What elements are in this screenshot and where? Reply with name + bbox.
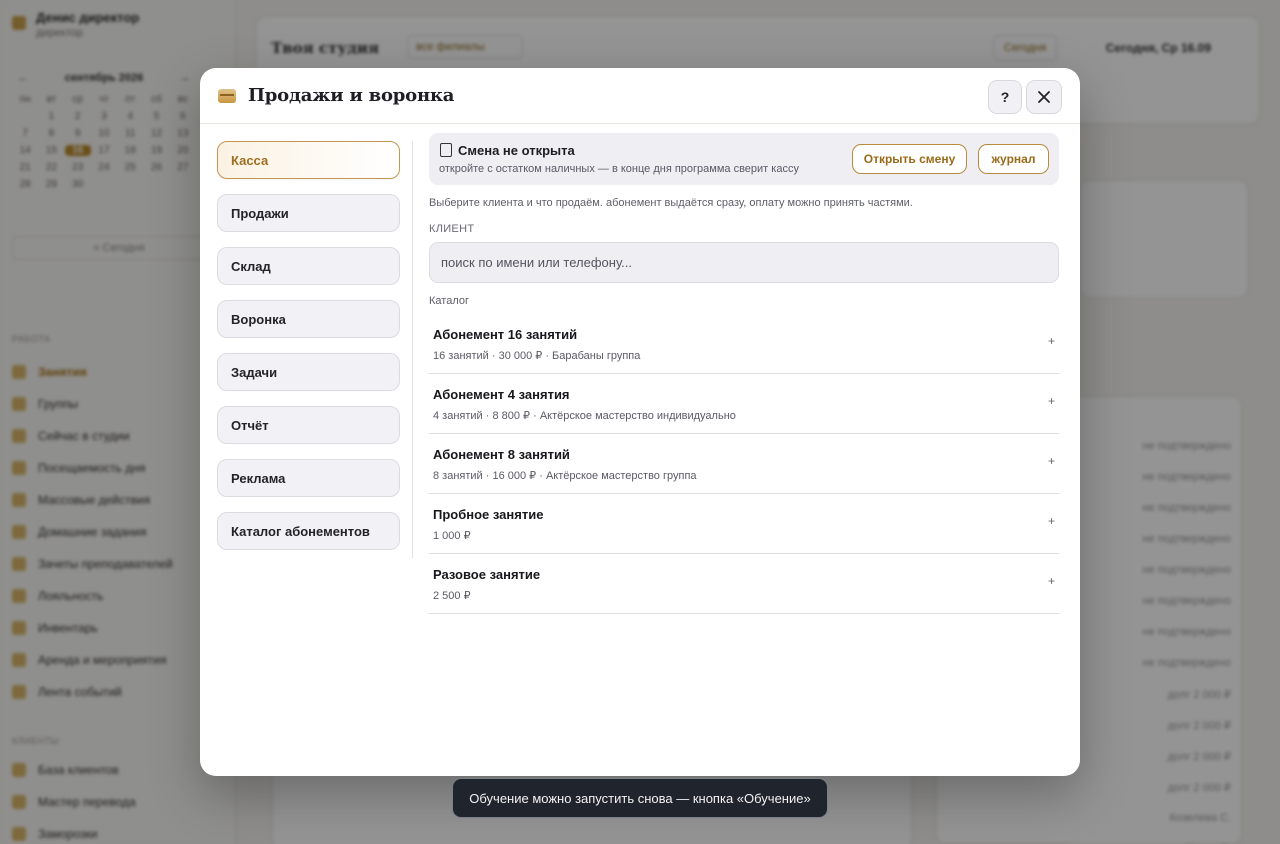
catalog-item[interactable]: Абонемент 16 занятий 16 занятий · 30 000 … bbox=[429, 314, 1059, 374]
catalog-item[interactable]: Абонемент 4 занятия 4 занятий · 8 800 ₽ ·… bbox=[429, 374, 1059, 434]
catalog-item-name: Разовое занятие bbox=[433, 567, 541, 582]
catalog-item-details: 4 занятий · 8 800 ₽ · Актёрское мастерст… bbox=[433, 410, 736, 422]
sale-hint: Выберите клиента и что продаём. абонемен… bbox=[429, 197, 913, 209]
toast-notification: Обучение можно запустить снова — кнопка … bbox=[452, 778, 828, 818]
tab-1[interactable]: Продажи bbox=[217, 194, 400, 232]
wallet-icon bbox=[218, 88, 236, 103]
tab-3[interactable]: Воронка bbox=[217, 300, 400, 338]
catalog-item-details: 1 000 ₽ bbox=[433, 530, 471, 542]
tab-2[interactable]: Склад bbox=[217, 247, 400, 285]
catalog-item-name: Абонемент 8 занятий bbox=[433, 447, 570, 462]
tab-4[interactable]: Задачи bbox=[217, 353, 400, 391]
modal-header: Продажи и воронка ? bbox=[200, 68, 1080, 124]
modal-tabs: Касса Продажи Склад Воронка Задачи Отчёт Рекла… bbox=[217, 141, 400, 565]
catalog-item-details: 16 занятий · 30 000 ₽ · Барабаны группа bbox=[433, 350, 641, 362]
receipt-icon bbox=[440, 143, 452, 157]
tab-6[interactable]: Реклама bbox=[217, 459, 400, 497]
open-shift-button[interactable]: Открыть смену bbox=[852, 144, 967, 174]
catalog-item[interactable]: Разовое занятие 2 500 ₽ + bbox=[429, 554, 1059, 614]
journal-button[interactable]: журнал bbox=[978, 144, 1049, 174]
catalog-item-details: 2 500 ₽ bbox=[433, 590, 471, 602]
sales-funnel-modal: Продажи и воронка ? Касса Продажи Склад Вор… bbox=[200, 68, 1080, 776]
tab-7[interactable]: Каталог абонементов bbox=[217, 512, 400, 550]
catalog-list: Абонемент 16 занятий 16 занятий · 30 000 … bbox=[429, 314, 1059, 614]
client-search-input[interactable] bbox=[429, 242, 1059, 283]
tabs-divider bbox=[412, 141, 413, 558]
tab-0[interactable]: Касса bbox=[217, 141, 400, 179]
add-icon[interactable]: + bbox=[1048, 574, 1055, 588]
catalog-item-name: Пробное занятие bbox=[433, 507, 544, 522]
catalog-item[interactable]: Пробное занятие 1 000 ₽ + bbox=[429, 494, 1059, 554]
catalog-label: Каталог bbox=[429, 295, 469, 307]
shift-status-subtitle: откройте с остатком наличных — в конце д… bbox=[439, 163, 799, 175]
add-icon[interactable]: + bbox=[1048, 334, 1055, 348]
help-button[interactable]: ? bbox=[988, 80, 1022, 114]
add-icon[interactable]: + bbox=[1048, 394, 1055, 408]
add-icon[interactable]: + bbox=[1048, 514, 1055, 528]
shift-status-title: Смена не открыта bbox=[458, 143, 575, 158]
catalog-item-name: Абонемент 16 занятий bbox=[433, 327, 578, 342]
cashbox-panel: Смена не открыта откройте с остатком нал… bbox=[429, 133, 1059, 614]
add-icon[interactable]: + bbox=[1048, 454, 1055, 468]
tab-5[interactable]: Отчёт bbox=[217, 406, 400, 444]
catalog-item[interactable]: Абонемент 8 занятий 8 занятий · 16 000 ₽ … bbox=[429, 434, 1059, 494]
shift-status-bar: Смена не открыта откройте с остатком нал… bbox=[429, 133, 1059, 185]
modal-title: Продажи и воронка bbox=[248, 85, 455, 106]
catalog-item-name: Абонемент 4 занятия bbox=[433, 387, 570, 402]
client-label: КЛИЕНТ bbox=[429, 223, 475, 235]
close-button[interactable] bbox=[1026, 80, 1062, 114]
close-icon bbox=[1038, 91, 1050, 103]
catalog-item-details: 8 занятий · 16 000 ₽ · Актёрское мастерс… bbox=[433, 470, 697, 482]
